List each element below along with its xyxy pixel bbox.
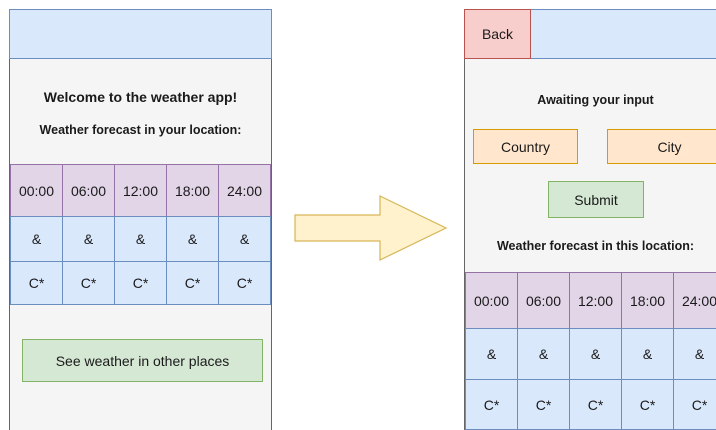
temperature-cell: C* <box>166 261 219 305</box>
weather-symbol-cell: & <box>673 328 716 380</box>
temperature-cell: C* <box>517 379 570 430</box>
weather-symbol-cell: & <box>166 216 219 262</box>
weather-symbol-cell: & <box>114 216 167 262</box>
awaiting-input-label: Awaiting your input <box>537 93 654 107</box>
weather-symbol-cell: & <box>62 216 115 262</box>
time-cell: 12:00 <box>114 164 167 217</box>
search-screen: Back Awaiting your input Country City Su… <box>464 9 716 430</box>
transition-arrow-icon <box>294 195 448 261</box>
forecast-label: Weather forecast in your location: <box>39 123 242 137</box>
temperature-cell: C* <box>218 261 271 305</box>
temperature-cell: C* <box>62 261 115 305</box>
submit-button[interactable]: Submit <box>548 181 644 218</box>
time-cell: 06:00 <box>62 164 115 217</box>
time-cell: 06:00 <box>517 272 570 329</box>
forecast-label: Weather forecast in this location: <box>496 239 695 253</box>
home-screen: Welcome to the weather app! Weather fore… <box>9 9 272 430</box>
time-cell: 18:00 <box>166 164 219 217</box>
temperature-cell: C* <box>673 379 716 430</box>
back-button[interactable]: Back <box>464 9 531 59</box>
time-cell: 24:00 <box>673 272 716 329</box>
weather-symbol-cell: & <box>569 328 622 380</box>
weather-symbol-cell: & <box>517 328 570 380</box>
temperature-cell: C* <box>465 379 518 430</box>
weather-symbol-cell: & <box>465 328 518 380</box>
weather-symbol-cell: & <box>10 216 63 262</box>
city-field[interactable]: City <box>607 129 716 164</box>
time-cell: 00:00 <box>465 272 518 329</box>
time-cell: 18:00 <box>621 272 674 329</box>
time-cell: 24:00 <box>218 164 271 217</box>
time-cell: 12:00 <box>569 272 622 329</box>
temperature-cell: C* <box>569 379 622 430</box>
temperature-cell: C* <box>114 261 167 305</box>
weather-symbol-cell: & <box>218 216 271 262</box>
app-header <box>9 9 272 59</box>
temperature-cell: C* <box>621 379 674 430</box>
weather-symbol-cell: & <box>621 328 674 380</box>
welcome-title: Welcome to the weather app! <box>43 89 238 105</box>
temperature-cell: C* <box>10 261 63 305</box>
country-field[interactable]: Country <box>473 129 578 164</box>
time-cell: 00:00 <box>10 164 63 217</box>
see-other-places-button[interactable]: See weather in other places <box>22 339 263 382</box>
